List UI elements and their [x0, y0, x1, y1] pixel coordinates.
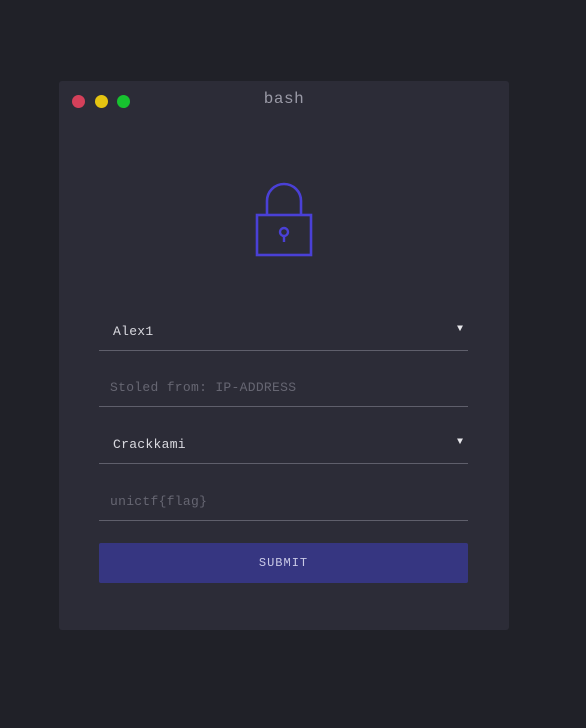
submit-button[interactable]: SUBMIT — [99, 543, 468, 583]
target-select[interactable]: Crackkami ▼ — [99, 426, 468, 464]
title-bar: bash — [59, 81, 509, 121]
flag-input[interactable] — [99, 483, 468, 519]
terminal-window: bash Alex1 ▼ Crackkami ▼ SUBMIT — [59, 81, 509, 630]
chevron-down-icon: ▼ — [456, 324, 463, 335]
flag-field — [99, 483, 468, 521]
ip-address-input[interactable] — [99, 369, 468, 405]
lock-icon — [255, 182, 313, 263]
ip-address-field — [99, 369, 468, 407]
user-select-value: Alex1 — [113, 324, 154, 339]
window-title: bash — [263, 90, 305, 108]
target-select-value: Crackkami — [113, 437, 186, 452]
user-select[interactable]: Alex1 ▼ — [99, 313, 468, 351]
chevron-down-icon: ▼ — [456, 437, 463, 448]
